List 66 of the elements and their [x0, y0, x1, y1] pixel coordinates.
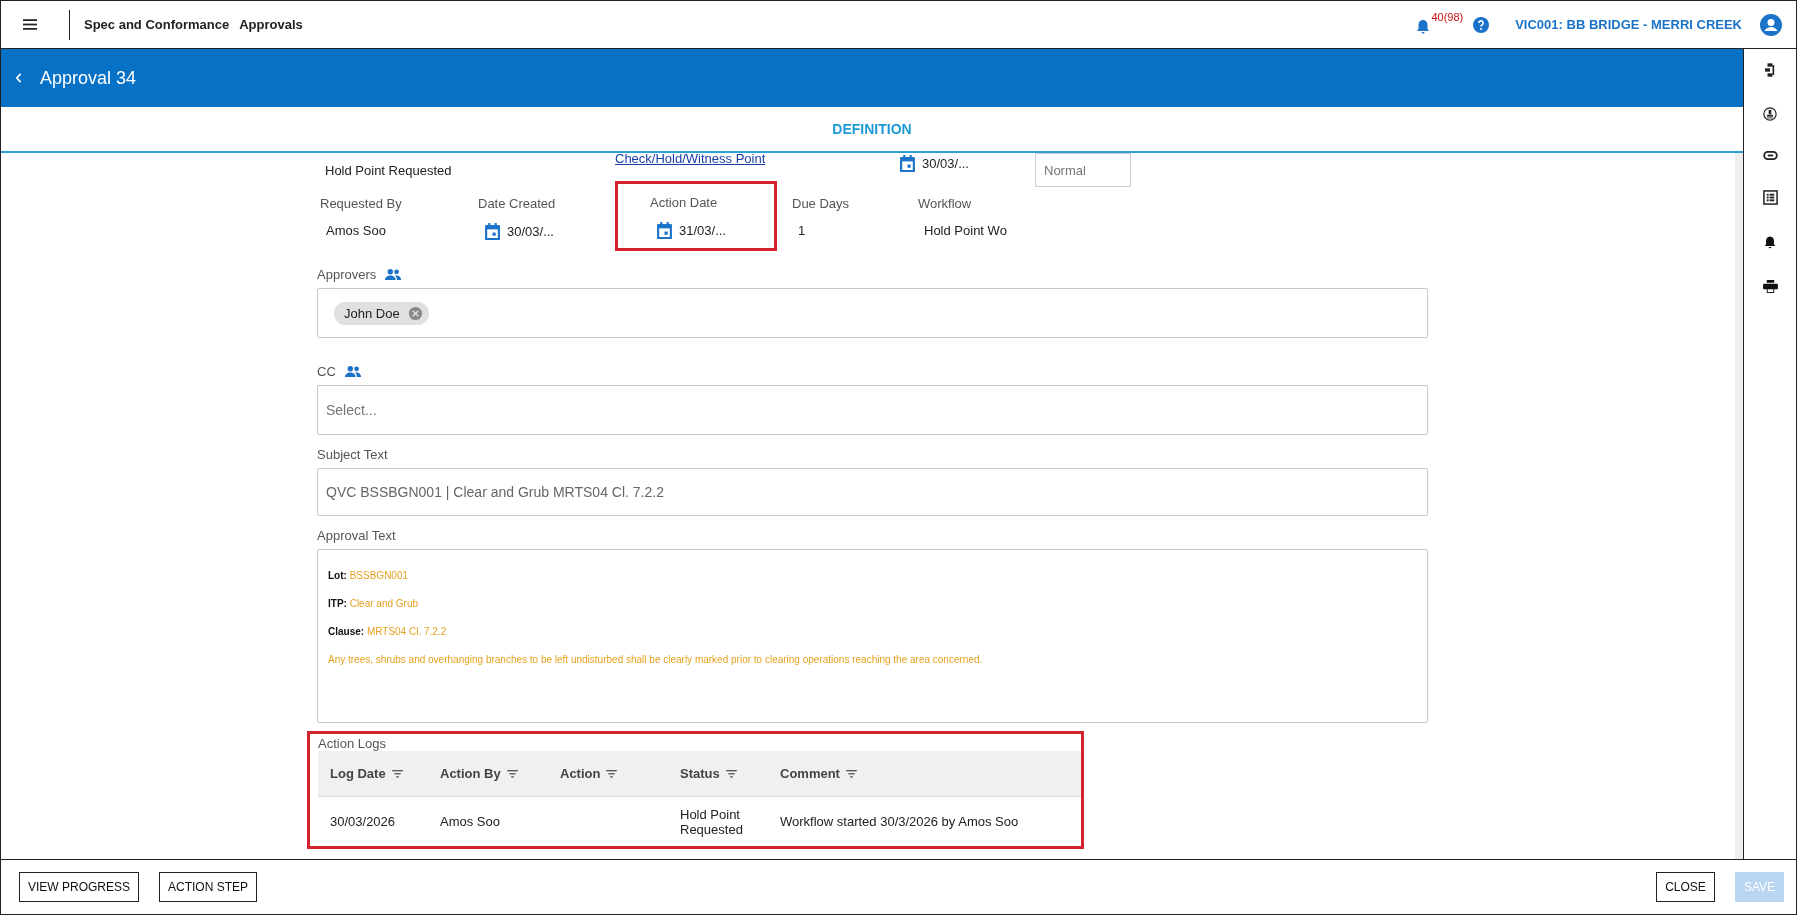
filter-icon[interactable]	[391, 769, 403, 778]
approval-text-field[interactable]	[317, 549, 1428, 723]
record-title: Approval 34	[40, 67, 137, 89]
table-cell: Hold Point Requested	[680, 806, 743, 837]
module-title: Spec and Conformance	[84, 17, 230, 32]
notification-count: 40(98)	[1431, 10, 1464, 23]
calendar-icon[interactable]	[656, 222, 673, 239]
user-avatar-icon[interactable]	[1760, 13, 1782, 36]
link-icon[interactable]	[1762, 151, 1778, 160]
approval-note: Any trees, shrubs and overhanging branches to be left undisturbed shall be clearly marked prior to clearing operations reaching the area concerned.	[328, 654, 984, 665]
footer-button[interactable]: VIEW PROGRESS	[19, 872, 140, 902]
type-link[interactable]: Check/Hold/Witness Point	[615, 153, 899, 166]
footer-button[interactable]: CLOSE	[1656, 872, 1715, 902]
field-value: 1	[798, 223, 806, 238]
column-header[interactable]: Action By	[440, 766, 501, 781]
approvers-field[interactable]: John Doe	[317, 288, 1428, 338]
field-label: Workflow	[918, 196, 973, 211]
field-label: Date Created	[478, 196, 557, 211]
help-icon[interactable]	[1473, 16, 1490, 33]
back-icon[interactable]	[15, 73, 22, 83]
field-label: Action Date	[650, 195, 719, 210]
stamp-icon[interactable]	[1763, 107, 1777, 121]
table-cell: Amos Soo	[440, 814, 500, 829]
approval-text-line: Clause: MRTS04 Cl. 7.2.2	[328, 626, 448, 637]
filter-icon[interactable]	[606, 769, 618, 778]
priority-field[interactable]: Normal	[1035, 153, 1131, 187]
calendar-icon[interactable]	[484, 223, 501, 240]
page-title: Approvals	[239, 17, 303, 32]
filter-icon[interactable]	[506, 769, 518, 778]
table-cell: Workflow started 30/3/2026 by Amos Soo	[780, 814, 1019, 829]
field-label: Approval Text	[317, 528, 397, 543]
approval-text-line: Lot: BSSBGN001	[328, 570, 410, 581]
approver-chip[interactable]: John Doe	[334, 301, 429, 325]
menu-icon[interactable]	[23, 19, 37, 30]
field-value: 31/03/...	[679, 223, 726, 238]
field-label: Requested By	[320, 196, 403, 211]
field-value: Amos Soo	[326, 223, 386, 238]
field-label: Action Logs	[318, 736, 387, 751]
approval-text-line: ITP: Clear and Grub	[328, 598, 420, 609]
list-icon[interactable]	[1762, 190, 1778, 205]
field-label: Approvers	[317, 267, 377, 282]
table-cell: 30/03/2026	[330, 814, 396, 829]
filter-icon[interactable]	[845, 769, 857, 778]
column-header[interactable]: Status	[680, 766, 720, 781]
calendar-icon[interactable]	[899, 155, 916, 172]
bell-icon[interactable]	[1763, 235, 1777, 250]
people-icon[interactable]	[343, 365, 362, 378]
hierarchy-icon[interactable]	[1765, 63, 1775, 77]
status-text: Hold Point Requested	[325, 163, 453, 178]
subject-field[interactable]: QVC BSSBGN001 | Clear and Grub MRTS04 Cl. 7.2.2	[317, 468, 1428, 516]
date-value: 30/03/...	[922, 156, 969, 171]
remove-icon[interactable]	[407, 305, 423, 321]
footer-button[interactable]: ACTION STEP	[159, 872, 258, 902]
field-label: Due Days	[792, 196, 851, 211]
project-name[interactable]: VIC001: BB BRIDGE - MERRI CREEK	[1515, 17, 1742, 32]
filter-icon[interactable]	[725, 769, 737, 778]
people-icon[interactable]	[384, 268, 403, 281]
column-header[interactable]: Log Date	[330, 766, 386, 781]
field-value: 30/03/...	[507, 224, 554, 239]
field-value: Hold Point Wo	[924, 223, 1007, 238]
cc-field[interactable]: Select...	[317, 385, 1428, 435]
field-label: Subject Text	[317, 447, 389, 462]
column-header[interactable]: Comment	[780, 766, 840, 781]
column-header[interactable]: Action	[560, 766, 601, 781]
field-label: CC	[317, 364, 336, 379]
print-icon[interactable]	[1762, 280, 1778, 293]
